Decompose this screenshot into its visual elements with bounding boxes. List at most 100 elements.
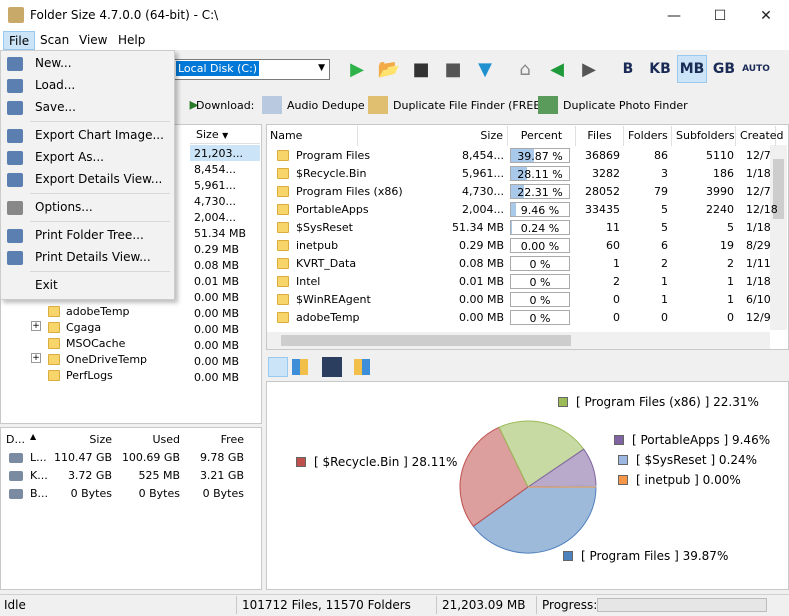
menu-file[interactable]: File [3,31,36,50]
row-files: 2 [613,275,620,288]
column-header-folders[interactable]: Folders [624,126,672,146]
row-name[interactable]: Program Files (x86) [296,185,403,198]
tree-size-header[interactable]: Size ▼ [190,125,260,144]
tree-size-value: 5,961... [194,179,236,192]
row-files: 0 [613,293,620,306]
column-header-name[interactable]: Name [266,126,358,146]
column-header-percent[interactable]: Percent [508,126,576,146]
menu-separator [30,221,170,222]
legend-swatch [618,475,628,485]
column-header-created[interactable]: Created [736,126,784,146]
stop-icon[interactable]: ■ [438,54,468,84]
unit-kb-button[interactable]: KB [645,55,675,83]
bar-chart-icon[interactable] [292,359,308,375]
row-name[interactable]: $SysReset [296,221,353,234]
drive-header-2[interactable]: Used [118,433,180,446]
chart-style-icon[interactable] [322,357,342,377]
up-folder-icon[interactable]: ⌂ [510,54,540,84]
file-menu-item-exportchartimage[interactable]: Export Chart Image... [35,128,164,142]
file-menu-item-save[interactable]: Save... [35,100,76,114]
unit-b-button[interactable]: B [613,55,643,83]
column-header-subfolders[interactable]: Subfolders [672,126,736,146]
column-header-files[interactable]: Files [576,126,624,146]
row-name[interactable]: Program Files [296,149,370,162]
menu-help[interactable]: Help [113,31,150,50]
row-files: 1 [613,257,620,270]
file-menu-item-printdetailsview[interactable]: Print Details View... [35,250,151,264]
file-menu-item-load[interactable]: Load... [35,78,75,92]
row-name[interactable]: inetpub [296,239,338,252]
row-name[interactable]: Intel [296,275,320,288]
tree-item-label[interactable]: adobeTemp [66,305,130,318]
tree-item-label[interactable]: OneDriveTemp [66,353,147,366]
drive-name[interactable]: B... [30,487,48,500]
row-name[interactable]: KVRT_Data [296,257,356,270]
tree-size-header-label: Size [196,128,219,141]
filter-icon[interactable]: ▼ [470,54,500,84]
row-name[interactable]: $WinREAgent [296,293,371,306]
back-icon[interactable]: ◀ [542,54,572,84]
unit-mb-button[interactable]: MB [677,55,707,83]
chart-options-icon[interactable] [354,359,370,375]
drive-size: 3.72 GB [67,469,112,482]
drive-header-3[interactable]: Free [186,433,244,446]
file-menu-item-new[interactable]: New... [35,56,72,70]
drive-header-0[interactable]: D... [6,433,46,446]
row-name[interactable]: $Recycle.Bin [296,167,366,180]
maximize-button[interactable]: ☐ [697,0,743,31]
row-subfolders: 1 [727,293,734,306]
percent-bar: 0.00 % [510,238,570,253]
row-folders: 5 [661,203,668,216]
row-subfolders: 186 [713,167,734,180]
duplicate-file-finder-link[interactable]: Duplicate File Finder (FREE) [368,92,545,118]
folder-icon [277,150,289,161]
row-name[interactable]: PortableApps [296,203,369,216]
tree-item-label[interactable]: MSOCache [66,337,125,350]
row-folders: 6 [661,239,668,252]
column-header-size[interactable]: Size [448,126,508,146]
minimize-button[interactable]: — [651,0,697,31]
unit-gb-button[interactable]: GB [709,55,739,83]
new-file-icon [7,57,23,71]
file-menu-item-printfoldertree[interactable]: Print Folder Tree... [35,228,144,242]
file-menu-item-exportas[interactable]: Export As... [35,150,104,164]
legend-swatch [296,457,306,467]
unit-auto-button[interactable]: AUTO [741,55,771,83]
file-menu-item-exportdetailsview[interactable]: Export Details View... [35,172,162,186]
pie-chart-icon[interactable] [268,357,288,377]
sort-up-icon: ▲ [30,432,37,441]
legend-text: [ inetpub ] 0.00% [636,473,741,487]
percent-text: 0.00 % [520,240,560,253]
percent-bar: 22.31 % [510,184,570,199]
drive-select[interactable]: Local Disk (C:) ▼ [172,59,330,80]
menu-view[interactable]: View [74,31,112,50]
drive-name[interactable]: L... [30,451,47,464]
drive-name[interactable]: K... [30,469,48,482]
row-name[interactable]: adobeTemp [296,311,360,324]
audio-dedupe-link[interactable]: Audio Dedupe [262,92,365,118]
scan-folder-icon[interactable]: 📂 [374,54,404,84]
expand-icon[interactable]: + [31,353,41,363]
tree-size-value: 0.08 MB [194,259,240,272]
horizontal-scrollbar[interactable] [267,332,770,349]
start-scan-icon[interactable]: ▶ [342,54,372,84]
h-scrollbar-thumb[interactable] [281,335,571,346]
row-created: 1/18 [746,275,771,288]
expand-icon[interactable]: + [31,321,41,331]
drive-select-value: Local Disk (C:) [176,61,260,76]
close-button[interactable]: ✕ [743,0,789,31]
tree-item-label[interactable]: Cgaga [66,321,101,334]
file-menu-item-exit[interactable]: Exit [35,278,58,292]
forward-icon[interactable]: ▶ [574,54,604,84]
file-menu-item-options[interactable]: Options... [35,200,93,214]
row-folders: 2 [661,257,668,270]
row-created: 12/18 [746,203,778,216]
export-details-icon [7,173,23,187]
scan-drive-icon[interactable]: ■ [406,54,436,84]
vertical-scrollbar[interactable] [770,145,787,330]
row-created: 1/18 [746,167,771,180]
menu-scan[interactable]: Scan [35,31,74,50]
duplicate-photo-finder-link[interactable]: Duplicate Photo Finder [538,92,688,118]
tree-item-label[interactable]: PerfLogs [66,369,113,382]
drive-header-1[interactable]: Size [54,433,112,446]
